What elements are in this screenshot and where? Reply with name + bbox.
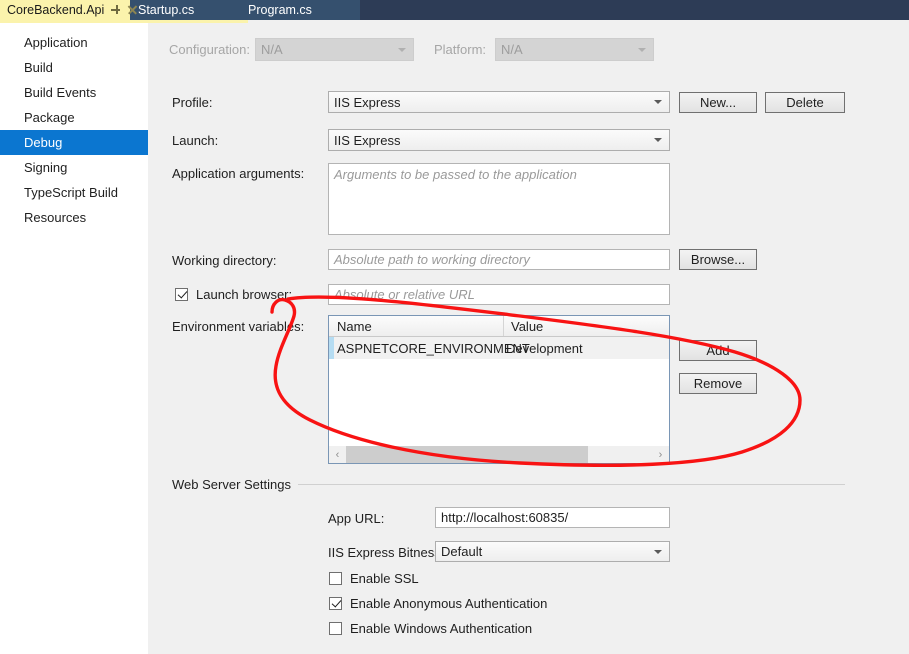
profile-dropdown[interactable]: IIS Express [328, 91, 670, 113]
chevron-left-icon[interactable]: ‹ [329, 446, 346, 463]
grid-horizontal-scrollbar[interactable]: ‹ › [329, 446, 669, 463]
properties-sidebar: Application Build Build Events Package D… [0, 23, 157, 654]
configuration-label: Configuration: [169, 42, 250, 57]
sidebar-item-typescript-build[interactable]: TypeScript Build [0, 180, 148, 205]
environment-variables-grid[interactable]: Name Value ASPNETCORE_ENVIRONMENT Develo… [328, 315, 670, 464]
sidebar-item-label: Signing [24, 160, 68, 175]
enable-ssl-checkbox[interactable] [329, 572, 342, 585]
launch-dropdown[interactable]: IIS Express [328, 129, 670, 151]
platform-dropdown: N/A [495, 38, 654, 61]
tab-label: Startup.cs [138, 3, 195, 17]
tab-program-cs[interactable]: Program.cs [248, 0, 312, 20]
application-arguments-placeholder: Arguments to be passed to the applicatio… [334, 167, 577, 182]
add-env-var-button[interactable]: Add [679, 340, 757, 361]
sidebar-item-label: Application [24, 35, 88, 50]
web-server-settings-title: Web Server Settings [172, 477, 291, 492]
application-arguments-input[interactable]: Arguments to be passed to the applicatio… [328, 163, 670, 235]
application-arguments-label: Application arguments: [172, 166, 305, 181]
chevron-down-icon [638, 47, 646, 52]
tab-corebackend-api[interactable]: CoreBackend.Api [0, 0, 130, 20]
chevron-down-icon [654, 100, 662, 104]
iis-express-bitness-value: Default [441, 544, 483, 559]
delete-profile-button[interactable]: Delete [765, 92, 845, 113]
remove-env-var-button[interactable]: Remove [679, 373, 757, 394]
new-profile-button[interactable]: New... [679, 92, 757, 113]
enable-ssl-row[interactable]: Enable SSL [329, 571, 419, 586]
configuration-value: N/A [261, 42, 283, 57]
editor-tab-bar: CoreBackend.Api Startup.cs Program.cs [0, 0, 909, 20]
launch-url-placeholder: Absolute or relative URL [334, 287, 475, 302]
remove-label: Remove [693, 376, 743, 391]
tab-startup-cs[interactable]: Startup.cs [138, 0, 194, 20]
working-directory-placeholder: Absolute path to working directory [334, 252, 530, 267]
chevron-down-icon [654, 138, 662, 142]
env-var-value: Development [506, 340, 583, 356]
pin-icon[interactable] [110, 4, 121, 16]
sidebar-item-build[interactable]: Build [0, 55, 148, 80]
platform-label: Platform: [434, 42, 487, 57]
configuration-dropdown: N/A [255, 38, 414, 61]
browse-button[interactable]: Browse... [679, 249, 757, 270]
launch-browser-checkbox-row[interactable]: Launch browser: [175, 287, 292, 302]
chevron-down-icon [654, 549, 662, 554]
project-properties-window: CoreBackend.Api Startup.cs Program.cs Ap… [0, 0, 909, 654]
sidebar-item-package[interactable]: Package [0, 105, 148, 130]
browse-label: Browse... [690, 252, 746, 267]
grid-header-name[interactable]: Name [329, 316, 504, 336]
launch-browser-label: Launch browser: [196, 287, 293, 302]
env-var-name: ASPNETCORE_ENVIRONMENT [337, 340, 530, 356]
table-row[interactable]: ASPNETCORE_ENVIRONMENT Development [329, 337, 669, 359]
sidebar-item-label: TypeScript Build [24, 185, 118, 200]
grid-header-value[interactable]: Value [504, 316, 543, 336]
enable-windows-authentication-row[interactable]: Enable Windows Authentication [329, 621, 532, 636]
add-label: Add [706, 343, 730, 358]
enable-anonymous-authentication-checkbox[interactable] [329, 597, 342, 610]
chevron-right-icon[interactable]: › [652, 446, 669, 463]
platform-value: N/A [501, 42, 523, 57]
scrollbar-thumb[interactable] [346, 446, 588, 463]
iis-express-bitness-label: IIS Express Bitness: [328, 545, 445, 560]
launch-url-input[interactable]: Absolute or relative URL [328, 284, 670, 305]
scrollbar-track[interactable] [346, 446, 652, 463]
enable-anonymous-authentication-row[interactable]: Enable Anonymous Authentication [329, 596, 547, 611]
iis-express-bitness-dropdown[interactable]: Default [435, 541, 670, 562]
section-divider [298, 484, 845, 485]
new-profile-label: New... [699, 95, 737, 110]
launch-value: IIS Express [334, 132, 401, 148]
sidebar-item-signing[interactable]: Signing [0, 155, 148, 180]
app-url-input[interactable]: http://localhost:60835/ [435, 507, 670, 528]
sidebar-item-build-events[interactable]: Build Events [0, 80, 148, 105]
profile-value: IIS Express [334, 94, 401, 110]
sidebar-item-resources[interactable]: Resources [0, 205, 148, 230]
sidebar-item-label: Debug [24, 135, 63, 150]
sidebar-item-application[interactable]: Application [0, 30, 148, 55]
sidebar-item-label: Build Events [24, 85, 97, 100]
tab-label: Program.cs [248, 3, 312, 17]
tab-label: CoreBackend.Api [7, 3, 105, 17]
grid-header-row: Name Value [329, 316, 669, 337]
enable-windows-authentication-checkbox[interactable] [329, 622, 342, 635]
working-directory-input[interactable]: Absolute path to working directory [328, 249, 670, 270]
enable-windows-authentication-label: Enable Windows Authentication [350, 621, 533, 636]
sidebar-item-debug[interactable]: Debug [0, 130, 157, 155]
chevron-down-icon [398, 47, 406, 52]
environment-variables-label: Environment variables: [172, 319, 305, 334]
app-url-value: http://localhost:60835/ [441, 510, 569, 525]
enable-ssl-label: Enable SSL [350, 571, 419, 586]
sidebar-item-label: Build [24, 60, 53, 75]
enable-anonymous-authentication-label: Enable Anonymous Authentication [350, 596, 548, 611]
app-url-label: App URL: [328, 511, 385, 526]
profile-label: Profile: [172, 95, 213, 110]
working-directory-label: Working directory: [172, 253, 277, 268]
launch-label: Launch: [172, 133, 219, 148]
delete-profile-label: Delete [786, 95, 824, 110]
sidebar-item-label: Resources [24, 210, 87, 225]
sidebar-item-label: Package [24, 110, 75, 125]
launch-browser-checkbox[interactable] [175, 288, 188, 301]
close-icon[interactable] [127, 4, 138, 16]
